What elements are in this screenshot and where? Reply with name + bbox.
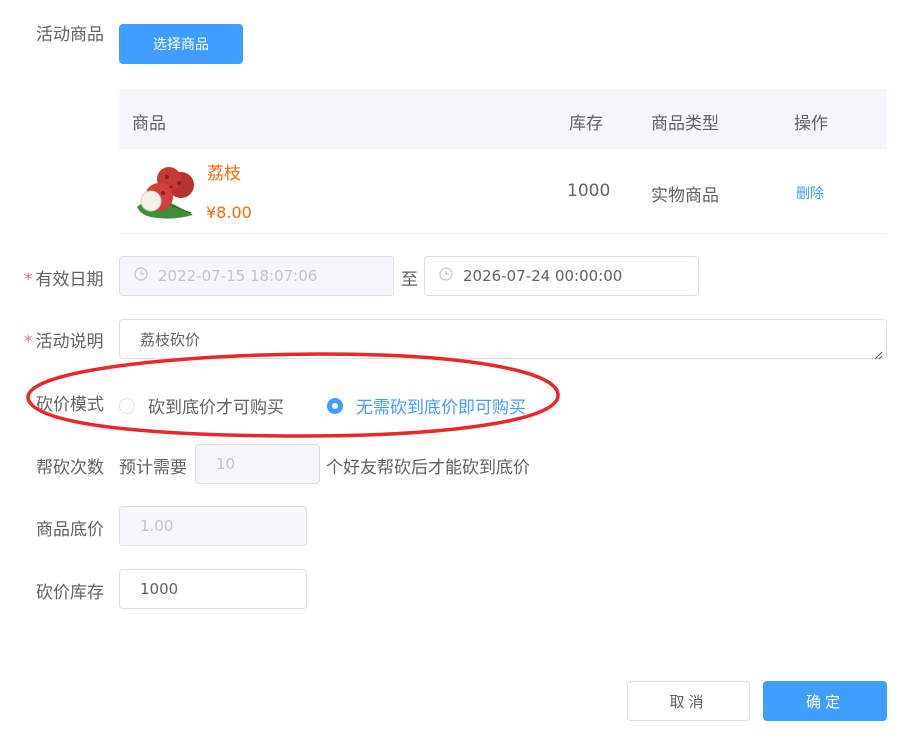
annotation-ellipse [26, 352, 560, 438]
help-count-input[interactable]: 10 [195, 444, 320, 484]
cancel-button[interactable]: 取消 [627, 681, 750, 721]
confirm-button[interactable]: 确定 [763, 681, 887, 721]
goods-type: 实物商品 [651, 186, 719, 206]
end-date-input[interactable]: 2026-07-24 00:00:00 [424, 256, 699, 296]
col-action: 操作 [794, 114, 828, 134]
clock-icon [439, 267, 453, 285]
floor-price-input[interactable]: 1.00 [119, 506, 307, 546]
col-goods: 商品 [132, 114, 166, 134]
delete-link[interactable]: 删除 [796, 183, 824, 203]
activity-goods-label: 活动商品 [36, 25, 104, 45]
bargain-stock-label: 砍价库存 [36, 583, 104, 603]
floor-price-label: 商品底价 [36, 520, 104, 540]
help-count-label: 帮砍次数 [36, 458, 104, 478]
col-stock: 库存 [569, 114, 603, 134]
bargain-stock-input[interactable]: 1000 [119, 569, 307, 609]
col-goods-type: 商品类型 [651, 114, 719, 134]
goods-stock: 1000 [567, 181, 611, 201]
valid-date-label: * 有效日期 [24, 270, 104, 290]
select-goods-button[interactable]: 选择商品 [119, 24, 243, 64]
resize-handle-icon[interactable] [873, 345, 883, 360]
goods-table-header [119, 89, 887, 149]
start-date-input[interactable]: 2022-07-15 18:07:06 [119, 256, 394, 296]
goods-name: 荔枝 [207, 164, 241, 184]
lychee-image-icon [131, 163, 197, 223]
help-count-suffix: 个好友帮砍后才能砍到底价 [326, 458, 530, 478]
clock-icon [134, 267, 148, 285]
date-separator: 至 [401, 270, 418, 290]
help-count-prefix: 预计需要 [119, 458, 187, 478]
goods-price: ¥8.00 [206, 203, 252, 222]
